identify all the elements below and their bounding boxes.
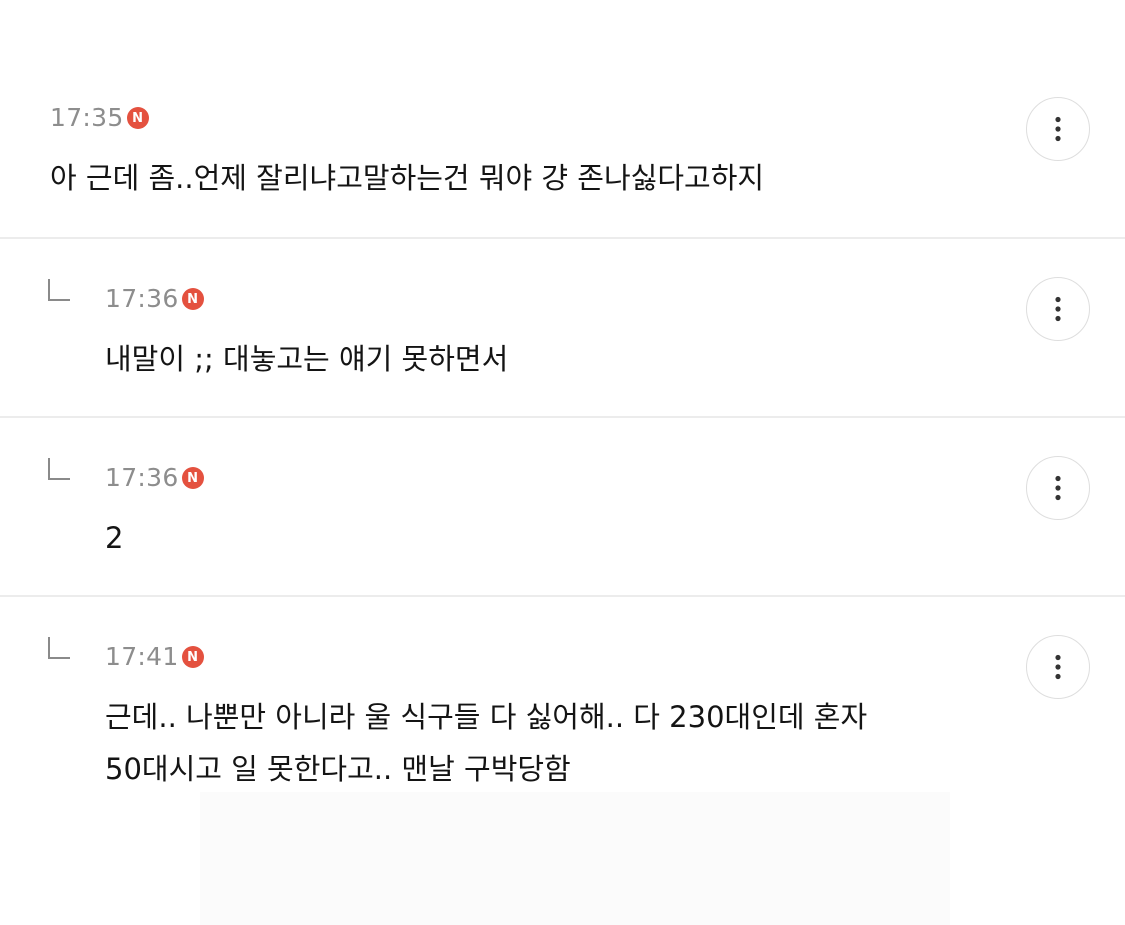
reply-item: 17:36 N 2 (0, 416, 1125, 595)
more-options-button[interactable] (1026, 277, 1090, 341)
more-options-button[interactable] (1026, 635, 1090, 699)
vertical-ellipsis-icon (1055, 116, 1061, 142)
new-badge-icon: N (181, 646, 204, 668)
new-badge-icon: N (126, 107, 149, 129)
background-blur (200, 792, 950, 925)
comment-text: 내말이 ;; 대놓고는 얘기 못하면서 (105, 342, 509, 376)
reply-arrow-icon (48, 279, 70, 301)
vertical-ellipsis-icon (1055, 475, 1061, 501)
new-badge-icon: N (181, 288, 204, 310)
comment-list: 17:35 N 아 근데 좀..언제 잘리냐고말하는건 뭐야 걍 존나싫다고하지… (0, 0, 1125, 925)
comment-timestamp: 17:41 (105, 642, 179, 671)
new-badge-icon: N (181, 467, 204, 489)
reply-arrow-icon (48, 458, 70, 480)
comment-meta: 17:41 N (105, 640, 204, 674)
vertical-ellipsis-icon (1055, 296, 1061, 322)
comment-timestamp: 17:36 (105, 284, 179, 313)
comment-item: 17:35 N 아 근데 좀..언제 잘리냐고말하는건 뭐야 걍 존나싫다고하지 (0, 0, 1125, 237)
more-options-button[interactable] (1026, 456, 1090, 520)
reply-item: 17:36 N 내말이 ;; 대놓고는 얘기 못하면서 (0, 237, 1125, 416)
comment-meta: 17:36 N (105, 282, 204, 316)
reply-arrow-icon (48, 637, 70, 659)
comment-timestamp: 17:36 (105, 463, 179, 492)
comment-text: 근데.. 나뿐만 아니라 울 식구들 다 싫어해.. 다 230대인데 혼자 5… (105, 700, 868, 786)
comment-meta: 17:36 N (105, 461, 204, 495)
comment-meta: 17:35 N (50, 101, 149, 135)
more-options-button[interactable] (1026, 97, 1090, 161)
comment-text: 아 근데 좀..언제 잘리냐고말하는건 뭐야 걍 존나싫다고하지 (50, 161, 765, 195)
reply-item: 17:41 N 근데.. 나뿐만 아니라 울 식구들 다 싫어해.. 다 230… (0, 595, 1125, 925)
comment-text: 2 (105, 521, 124, 555)
comment-timestamp: 17:35 (50, 103, 124, 132)
vertical-ellipsis-icon (1055, 654, 1061, 680)
